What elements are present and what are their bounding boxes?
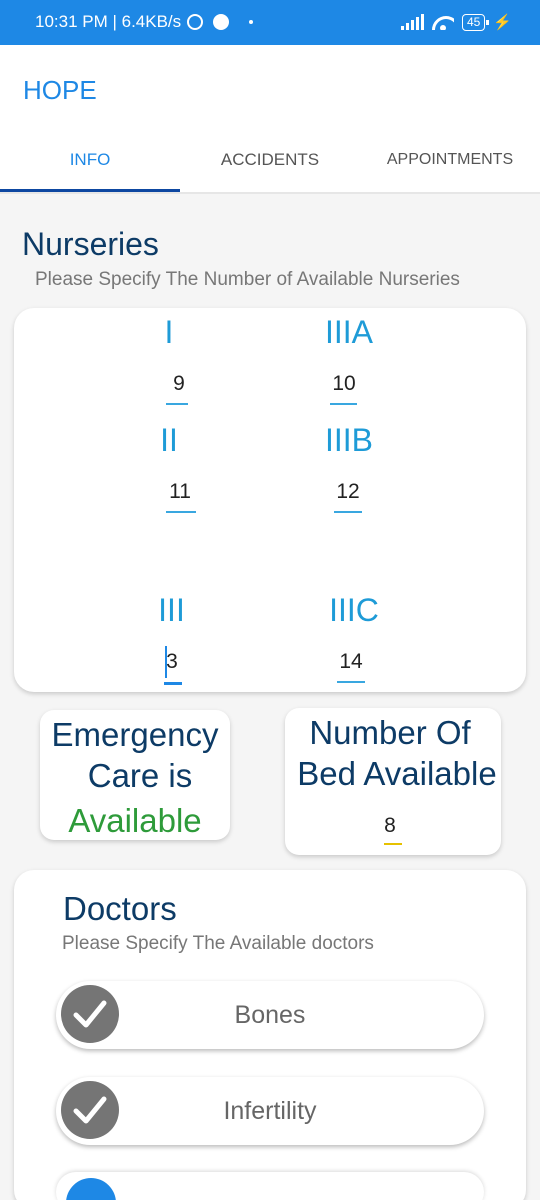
emergency-status[interactable]: Available (40, 802, 230, 840)
charging-icon: ⚡ (493, 14, 512, 31)
app-title: HOPE (23, 75, 97, 105)
emergency-card: Emergency Care is Available (40, 710, 230, 840)
tab-appointments[interactable]: APPOINTMENTS (378, 151, 522, 169)
doctor-label: Bones (234, 1001, 306, 1029)
status-right: 45 ⚡ (400, 13, 512, 31)
doctor-item-bones[interactable]: Bones (56, 981, 484, 1049)
wifi-icon (432, 14, 454, 30)
nursery-input-iii-underline (164, 682, 182, 685)
beds-line2: Bed Available (297, 755, 497, 792)
nursery-label-i: I (164, 314, 174, 350)
nursery-input-ii-underline (166, 511, 196, 513)
nursery-input-iiib-underline (334, 511, 362, 513)
status-left: 10:31 PM | 6.4KB/s (35, 12, 254, 32)
battery-level: 45 (466, 14, 481, 29)
tab-divider (0, 192, 540, 194)
nursery-input-iiia[interactable]: 10 (319, 372, 369, 396)
nursery-input-ii[interactable]: 11 (159, 480, 201, 504)
nursery-input-i[interactable]: 9 (159, 372, 199, 396)
app-notification-icon (213, 14, 230, 30)
doctor-label: Infertility (223, 1097, 317, 1125)
nursery-label-ii: II (160, 422, 178, 458)
battery-icon: 45 (461, 13, 490, 31)
nursery-label-iii: III (158, 592, 185, 628)
status-bar: 10:31 PM | 6.4KB/s 45 ⚡ (0, 0, 540, 45)
nursery-input-iiic[interactable]: 14 (326, 650, 376, 674)
doctors-title: Doctors (63, 890, 177, 927)
check-icon[interactable] (66, 1178, 116, 1200)
beds-input[interactable]: 8 (375, 814, 405, 838)
nursery-label-iiic: IIIC (329, 592, 379, 628)
doctor-item-infertility[interactable]: Infertility (56, 1077, 484, 1145)
beds-line1: Number Of (309, 714, 471, 751)
nursery-input-iiic-underline (337, 681, 365, 683)
signal-icon (400, 14, 424, 30)
beds-input-underline (384, 843, 402, 845)
nurseries-subtitle: Please Specify The Number of Available N… (35, 269, 460, 290)
tab-info[interactable]: INFO (30, 150, 150, 170)
app-bar: HOPE INFO ACCIDENTS APPOINTMENTS (0, 45, 540, 194)
nursery-input-iiia-underline (330, 403, 357, 405)
beds-card: Number Of Bed Available 8 (285, 708, 501, 855)
emergency-line1: Emergency (51, 716, 219, 753)
tab-accidents[interactable]: ACCIDENTS (195, 150, 345, 170)
nursery-input-iiib[interactable]: 12 (323, 480, 373, 504)
doctor-item-partial[interactable] (56, 1172, 484, 1200)
nurseries-title: Nurseries (22, 226, 159, 262)
more-notifications-icon (249, 20, 254, 24)
nursery-label-iiib: IIIB (324, 422, 373, 458)
status-time-speed: 10:31 PM | 6.4KB/s (35, 12, 182, 31)
nurseries-card: I IIIA 9 10 II IIIB 11 12 III IIIC 3 14 (14, 308, 526, 692)
emergency-line2: Care is (87, 757, 193, 794)
doctors-subtitle: Please Specify The Available doctors (62, 933, 374, 954)
whatsapp-icon (187, 14, 204, 30)
nursery-input-i-underline (166, 403, 188, 405)
nursery-label-iiia: IIIA (324, 314, 373, 350)
text-cursor (165, 646, 167, 678)
nursery-input-iii[interactable]: 3 (160, 650, 184, 674)
